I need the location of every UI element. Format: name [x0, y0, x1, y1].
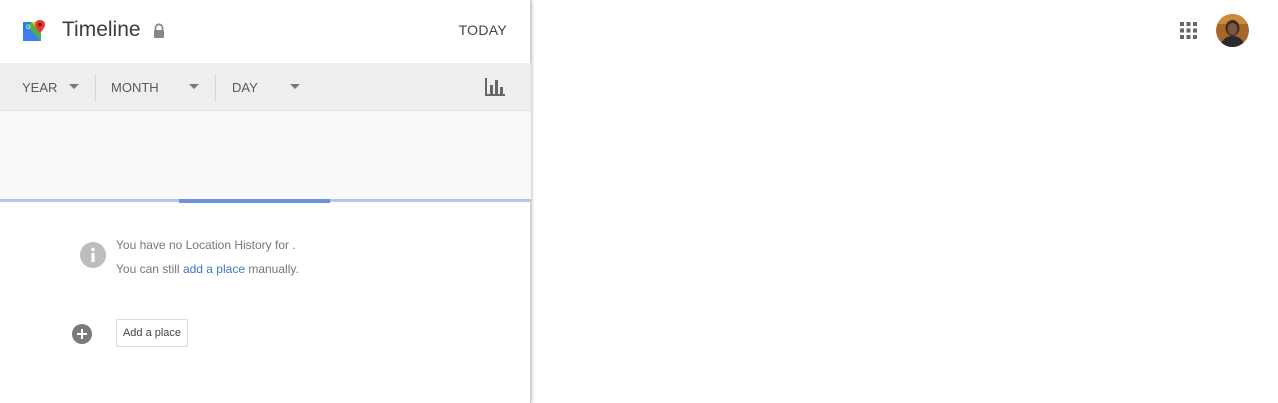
- divider: [95, 74, 96, 102]
- year-dropdown-label: YEAR: [22, 79, 58, 95]
- lock-icon: [154, 23, 164, 38]
- timeline-panel: G Timeline TODAY YEAR MONTH DAY You have…: [0, 0, 531, 403]
- today-button[interactable]: TODAY: [459, 22, 507, 38]
- hint-suffix: manually.: [245, 262, 299, 276]
- timeline-header: G Timeline TODAY: [0, 0, 531, 63]
- page-title: Timeline: [62, 18, 141, 41]
- info-icon: [80, 242, 106, 268]
- no-history-message: You have no Location History for .: [116, 238, 296, 252]
- account-avatar[interactable]: [1216, 14, 1249, 47]
- add-place-hint: You can still add a place manually.: [116, 262, 299, 276]
- date-filter-bar: YEAR MONTH DAY: [0, 63, 531, 111]
- google-maps-icon: G: [23, 20, 45, 41]
- divider: [215, 74, 216, 102]
- chevron-down-icon: [290, 84, 300, 89]
- svg-text:G: G: [26, 25, 31, 31]
- hint-prefix: You can still: [116, 262, 183, 276]
- add-circle-icon[interactable]: [72, 324, 92, 344]
- add-place-button[interactable]: Add a place: [116, 319, 188, 347]
- bar-chart-icon[interactable]: [484, 76, 506, 98]
- timeline-selection-indicator: [179, 199, 330, 203]
- year-dropdown[interactable]: YEAR: [22, 63, 84, 111]
- chevron-down-icon: [189, 84, 199, 89]
- add-a-place-link[interactable]: add a place: [183, 262, 245, 276]
- month-dropdown-label: MONTH: [111, 79, 159, 95]
- avatar-image: [1216, 14, 1249, 47]
- day-dropdown-label: DAY: [232, 79, 258, 95]
- apps-grid-icon[interactable]: [1180, 22, 1197, 39]
- timeline-graph-area: [0, 111, 531, 200]
- day-dropdown[interactable]: DAY: [232, 63, 306, 111]
- chevron-down-icon: [69, 84, 79, 89]
- month-dropdown[interactable]: MONTH: [111, 63, 203, 111]
